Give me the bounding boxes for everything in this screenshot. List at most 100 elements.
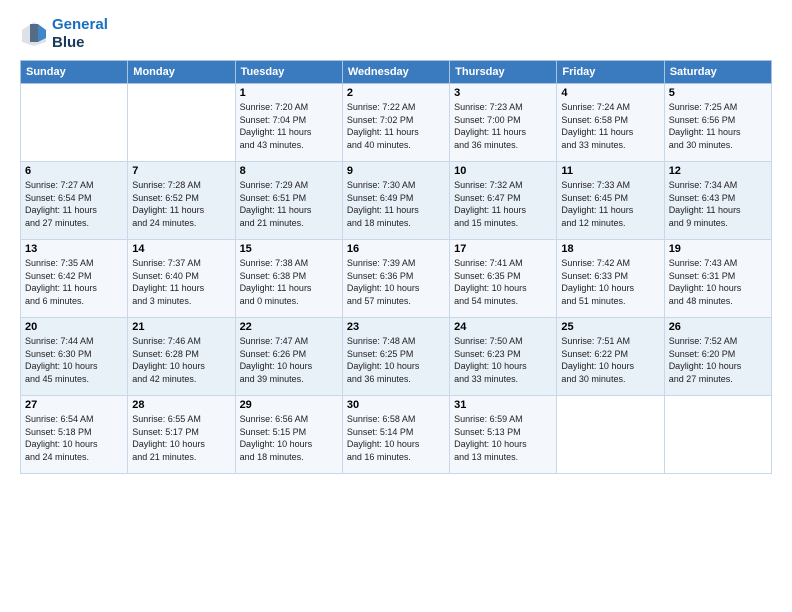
calendar-cell <box>128 84 235 162</box>
page: General Blue SundayMondayTuesdayWednesda… <box>0 0 792 612</box>
calendar-week-row: 20 Sunrise: 7:44 AM Sunset: 6:30 PM Dayli… <box>21 318 772 396</box>
weekday-header-cell: Monday <box>128 61 235 84</box>
day-number: 28 <box>132 399 230 411</box>
day-number: 26 <box>669 321 767 333</box>
calendar-body: 1 Sunrise: 7:20 AM Sunset: 7:04 PM Daylig… <box>21 84 772 474</box>
calendar-cell: 8 Sunrise: 7:29 AM Sunset: 6:51 PM Daylig… <box>235 162 342 240</box>
calendar-cell: 18Sunrise: 7:42 AM Sunset: 6:33 PM Dayli… <box>557 240 664 318</box>
calendar-cell: 27 Sunrise: 6:54 AM Sunset: 5:18 PM Dayli… <box>21 396 128 474</box>
calendar-cell: 6 Sunrise: 7:27 AM Sunset: 6:54 PM Daylig… <box>21 162 128 240</box>
calendar-cell <box>557 396 664 474</box>
calendar-cell: 15 Sunrise: 7:38 AM Sunset: 6:38 PM Dayli… <box>235 240 342 318</box>
day-info: Sunrise: 7:33 AM Sunset: 6:45 PM Dayligh… <box>561 179 659 229</box>
day-number: 23 <box>347 321 445 333</box>
day-info: Sunrise: 6:58 AM Sunset: 5:14 PM Dayligh… <box>347 413 445 463</box>
calendar-table: SundayMondayTuesdayWednesdayThursdayFrid… <box>20 60 772 474</box>
day-number: 31 <box>454 399 552 411</box>
calendar-cell: 7 Sunrise: 7:28 AM Sunset: 6:52 PM Daylig… <box>128 162 235 240</box>
day-info: Sunrise: 7:30 AM Sunset: 6:49 PM Dayligh… <box>347 179 445 229</box>
calendar-cell: 22 Sunrise: 7:47 AM Sunset: 6:26 PM Dayli… <box>235 318 342 396</box>
calendar-cell: 10 Sunrise: 7:32 AM Sunset: 6:47 PM Dayli… <box>450 162 557 240</box>
calendar-cell: 30 Sunrise: 6:58 AM Sunset: 5:14 PM Dayli… <box>342 396 449 474</box>
day-number: 25 <box>561 321 659 333</box>
day-number: 4 <box>561 87 659 99</box>
calendar-week-row: 27 Sunrise: 6:54 AM Sunset: 5:18 PM Dayli… <box>21 396 772 474</box>
weekday-header-cell: Sunday <box>21 61 128 84</box>
day-info: Sunrise: 7:43 AM Sunset: 6:31 PM Dayligh… <box>669 257 767 307</box>
day-info: Sunrise: 7:50 AM Sunset: 6:23 PM Dayligh… <box>454 335 552 385</box>
day-info: Sunrise: 7:27 AM Sunset: 6:54 PM Dayligh… <box>25 179 123 229</box>
calendar-cell <box>21 84 128 162</box>
calendar-cell: 23 Sunrise: 7:48 AM Sunset: 6:25 PM Dayli… <box>342 318 449 396</box>
weekday-header-cell: Saturday <box>664 61 771 84</box>
day-info: Sunrise: 7:28 AM Sunset: 6:52 PM Dayligh… <box>132 179 230 229</box>
calendar-week-row: 13Sunrise: 7:35 AM Sunset: 6:42 PM Dayli… <box>21 240 772 318</box>
day-number: 13 <box>25 243 123 255</box>
day-info: Sunrise: 7:23 AM Sunset: 7:00 PM Dayligh… <box>454 101 552 151</box>
day-info: Sunrise: 7:34 AM Sunset: 6:43 PM Dayligh… <box>669 179 767 229</box>
calendar-cell: 24Sunrise: 7:50 AM Sunset: 6:23 PM Dayli… <box>450 318 557 396</box>
day-info: Sunrise: 6:55 AM Sunset: 5:17 PM Dayligh… <box>132 413 230 463</box>
day-info: Sunrise: 6:54 AM Sunset: 5:18 PM Dayligh… <box>25 413 123 463</box>
day-number: 22 <box>240 321 338 333</box>
day-number: 19 <box>669 243 767 255</box>
day-number: 2 <box>347 87 445 99</box>
calendar-cell: 16 Sunrise: 7:39 AM Sunset: 6:36 PM Dayli… <box>342 240 449 318</box>
day-number: 21 <box>132 321 230 333</box>
day-info: Sunrise: 7:44 AM Sunset: 6:30 PM Dayligh… <box>25 335 123 385</box>
day-number: 16 <box>347 243 445 255</box>
day-info: Sunrise: 7:47 AM Sunset: 6:26 PM Dayligh… <box>240 335 338 385</box>
calendar-cell: 21 Sunrise: 7:46 AM Sunset: 6:28 PM Dayli… <box>128 318 235 396</box>
day-number: 3 <box>454 87 552 99</box>
weekday-header-cell: Wednesday <box>342 61 449 84</box>
logo-text-blue: Blue <box>52 34 108 52</box>
day-number: 5 <box>669 87 767 99</box>
day-info: Sunrise: 7:39 AM Sunset: 6:36 PM Dayligh… <box>347 257 445 307</box>
weekday-header-cell: Friday <box>557 61 664 84</box>
day-info: Sunrise: 7:46 AM Sunset: 6:28 PM Dayligh… <box>132 335 230 385</box>
calendar-cell: 12 Sunrise: 7:34 AM Sunset: 6:43 PM Dayli… <box>664 162 771 240</box>
day-info: Sunrise: 7:20 AM Sunset: 7:04 PM Dayligh… <box>240 101 338 151</box>
day-info: Sunrise: 7:51 AM Sunset: 6:22 PM Dayligh… <box>561 335 659 385</box>
day-info: Sunrise: 7:22 AM Sunset: 7:02 PM Dayligh… <box>347 101 445 151</box>
weekday-header-cell: Tuesday <box>235 61 342 84</box>
day-info: Sunrise: 7:38 AM Sunset: 6:38 PM Dayligh… <box>240 257 338 307</box>
logo-icon <box>20 20 48 48</box>
day-number: 14 <box>132 243 230 255</box>
day-number: 8 <box>240 165 338 177</box>
day-info: Sunrise: 7:29 AM Sunset: 6:51 PM Dayligh… <box>240 179 338 229</box>
day-number: 27 <box>25 399 123 411</box>
calendar-cell: 26Sunrise: 7:52 AM Sunset: 6:20 PM Dayli… <box>664 318 771 396</box>
logo-text-general: General <box>52 16 108 33</box>
calendar-cell: 14 Sunrise: 7:37 AM Sunset: 6:40 PM Dayli… <box>128 240 235 318</box>
calendar-cell: 28 Sunrise: 6:55 AM Sunset: 5:17 PM Dayli… <box>128 396 235 474</box>
day-number: 6 <box>25 165 123 177</box>
weekday-header-cell: Thursday <box>450 61 557 84</box>
day-number: 17 <box>454 243 552 255</box>
day-number: 30 <box>347 399 445 411</box>
calendar-cell: 20 Sunrise: 7:44 AM Sunset: 6:30 PM Dayli… <box>21 318 128 396</box>
day-number: 12 <box>669 165 767 177</box>
calendar-cell <box>664 396 771 474</box>
day-number: 20 <box>25 321 123 333</box>
day-info: Sunrise: 7:32 AM Sunset: 6:47 PM Dayligh… <box>454 179 552 229</box>
day-info: Sunrise: 7:25 AM Sunset: 6:56 PM Dayligh… <box>669 101 767 151</box>
day-info: Sunrise: 7:42 AM Sunset: 6:33 PM Dayligh… <box>561 257 659 307</box>
day-info: Sunrise: 7:37 AM Sunset: 6:40 PM Dayligh… <box>132 257 230 307</box>
calendar-cell: 17Sunrise: 7:41 AM Sunset: 6:35 PM Dayli… <box>450 240 557 318</box>
header: General Blue <box>20 16 772 52</box>
day-number: 10 <box>454 165 552 177</box>
calendar-cell: 4 Sunrise: 7:24 AM Sunset: 6:58 PM Daylig… <box>557 84 664 162</box>
day-number: 1 <box>240 87 338 99</box>
day-info: Sunrise: 7:24 AM Sunset: 6:58 PM Dayligh… <box>561 101 659 151</box>
day-number: 9 <box>347 165 445 177</box>
calendar-cell: 19 Sunrise: 7:43 AM Sunset: 6:31 PM Dayli… <box>664 240 771 318</box>
calendar-cell: 3 Sunrise: 7:23 AM Sunset: 7:00 PM Daylig… <box>450 84 557 162</box>
calendar-cell: 2 Sunrise: 7:22 AM Sunset: 7:02 PM Daylig… <box>342 84 449 162</box>
day-info: Sunrise: 7:48 AM Sunset: 6:25 PM Dayligh… <box>347 335 445 385</box>
day-number: 15 <box>240 243 338 255</box>
calendar-cell: 5 Sunrise: 7:25 AM Sunset: 6:56 PM Daylig… <box>664 84 771 162</box>
day-number: 7 <box>132 165 230 177</box>
day-number: 29 <box>240 399 338 411</box>
calendar-cell: 11Sunrise: 7:33 AM Sunset: 6:45 PM Dayli… <box>557 162 664 240</box>
